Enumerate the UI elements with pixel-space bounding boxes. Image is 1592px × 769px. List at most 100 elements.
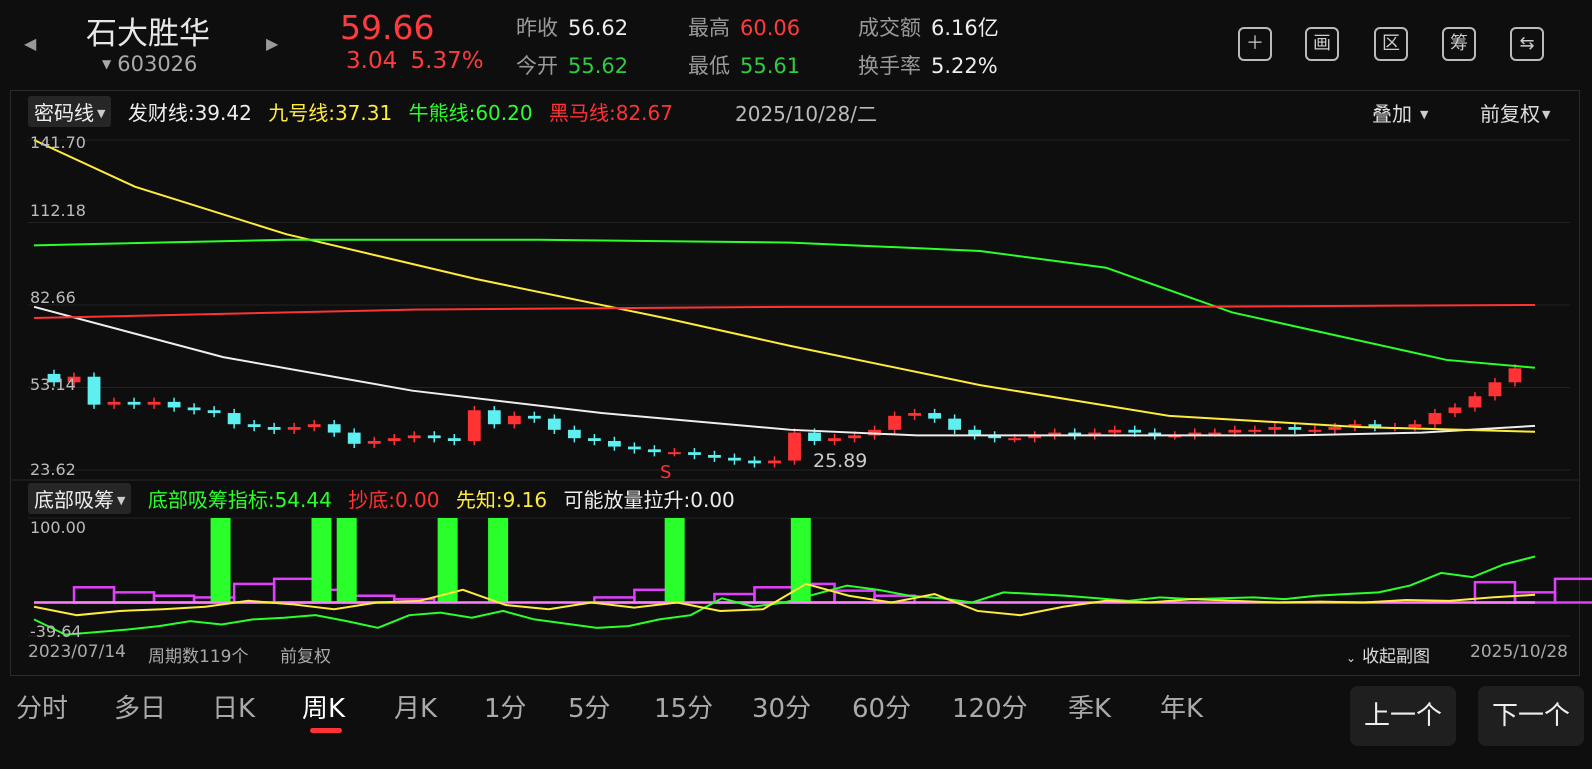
candle-body — [627, 446, 641, 450]
collapse-subchart-button[interactable]: ⌄ 收起副图 — [1346, 642, 1430, 667]
accumulate-bar — [336, 518, 357, 603]
adjust-selector[interactable]: 前复权 ▼ — [1480, 98, 1550, 127]
accumulate-bar — [437, 518, 458, 603]
candle-body — [367, 440, 381, 444]
magenta-box — [112, 591, 156, 604]
candle-body — [127, 401, 141, 405]
indicator-line — [33, 305, 1536, 437]
candle-body — [267, 427, 281, 430]
magenta-box — [232, 582, 276, 604]
indicator-bull-bear: 牛熊线:60.20 — [408, 101, 533, 125]
candle-body — [768, 460, 781, 464]
candle-body — [648, 449, 661, 453]
candle-body — [848, 435, 861, 439]
tab-yearly[interactable]: 年K — [1160, 688, 1203, 725]
magenta-box — [1553, 577, 1592, 604]
low-price-marker: 25.89 — [813, 450, 868, 472]
accumulate-bar — [311, 518, 332, 603]
tab-weekly[interactable]: 周K — [302, 688, 345, 725]
sub-y-axis-bottom: -39.64 — [30, 622, 82, 641]
candle-body — [688, 452, 701, 455]
candle-body — [1488, 382, 1502, 397]
tab-daily[interactable]: 日K — [212, 688, 255, 725]
candle-body — [487, 410, 501, 425]
candle-body — [387, 438, 401, 441]
candle-body — [1108, 429, 1122, 433]
indicator-prophet: 先知:9.16 — [455, 488, 548, 512]
candle-body — [1288, 427, 1302, 430]
prev-button[interactable]: 上一个 — [1350, 686, 1456, 746]
tab-30min[interactable]: 30分 — [752, 688, 811, 725]
indicator-accumulate: 底部吸筹指标:54.44 — [147, 488, 332, 512]
active-tab-indicator — [310, 728, 342, 733]
candle-body — [1008, 438, 1022, 441]
candle-body — [1448, 407, 1462, 414]
tab-120min[interactable]: 120分 — [952, 688, 1028, 725]
candle-body — [1268, 427, 1282, 430]
tab-1min[interactable]: 1分 — [484, 688, 527, 725]
candle-body — [227, 413, 241, 425]
start-date: 2023/07/14 — [28, 642, 126, 662]
candle-body — [668, 452, 681, 455]
candle-body — [567, 429, 581, 439]
tab-intraday[interactable]: 分时 — [16, 688, 68, 725]
candle-body — [788, 432, 801, 461]
candle-body — [247, 424, 261, 428]
candle-body — [888, 415, 901, 430]
tab-60min[interactable]: 60分 — [852, 688, 911, 725]
candle-body — [527, 415, 541, 419]
indicator-line — [33, 303, 1536, 320]
accumulate-bar — [790, 518, 811, 603]
candle-body — [287, 427, 301, 430]
magenta-box — [272, 577, 316, 604]
candle-body — [1508, 368, 1522, 383]
footer-adjust: 前复权 — [280, 647, 331, 667]
chevron-down-icon: ▼ — [1420, 108, 1429, 121]
candle-body — [427, 435, 441, 439]
tab-multi-day[interactable]: 多日 — [114, 688, 166, 725]
sub-indicator-bar: 底部吸筹 ▼ 底部吸筹指标:54.44 抄底:0.00 先知:9.16 可能放量拉… — [28, 483, 735, 514]
y-axis-label: 112.18 — [30, 201, 86, 220]
period-tabs: 分时 多日 日K 周K 月K 1分 5分 15分 30分 60分 120分 季K… — [0, 684, 1320, 744]
indicator-line — [33, 238, 1536, 369]
candle-body — [1208, 432, 1222, 435]
candle-body — [1328, 427, 1342, 430]
accumulate-bar — [210, 518, 231, 603]
tab-5min[interactable]: 5分 — [568, 688, 611, 725]
tab-15min[interactable]: 15分 — [654, 688, 713, 725]
candle-body — [1408, 424, 1422, 428]
indicator-volume-rise: 可能放量拉升:0.00 — [563, 488, 735, 512]
magenta-box — [1473, 580, 1517, 604]
accumulate-bar — [488, 518, 509, 603]
accumulate-bar — [664, 518, 685, 603]
candle-body — [908, 413, 921, 416]
candle-body — [547, 418, 561, 430]
candle-body — [147, 401, 161, 405]
tab-monthly[interactable]: 月K — [394, 688, 437, 725]
tab-quarterly[interactable]: 季K — [1068, 688, 1111, 725]
magenta-box — [1513, 591, 1557, 604]
y-axis-label: 82.66 — [30, 288, 76, 307]
chevron-down-icon: ▼ — [117, 494, 126, 507]
y-axis-label: 141.70 — [30, 133, 86, 152]
candle-body — [607, 440, 621, 447]
indicator-bottom-buy: 抄底:0.00 — [348, 488, 440, 512]
period-count: 周期数119个 — [148, 647, 249, 667]
y-axis-label: 23.62 — [30, 460, 76, 479]
candle-body — [728, 457, 741, 461]
indicator-nine: 九号线:37.31 — [268, 101, 393, 125]
candle-body — [1248, 429, 1262, 432]
candle-body — [447, 438, 461, 441]
sell-signal-marker: S — [660, 462, 672, 483]
candle-body — [207, 410, 221, 414]
candle-body — [327, 424, 341, 433]
end-date: 2025/10/28 — [1470, 642, 1568, 662]
chevron-down-icon: ▼ — [1542, 108, 1551, 121]
candle-body — [307, 424, 321, 428]
candle-body — [107, 401, 121, 405]
candle-body — [808, 432, 821, 441]
next-button[interactable]: 下一个 — [1478, 686, 1584, 746]
main-indicator-selector[interactable]: 密码线 ▼ — [28, 96, 112, 127]
sub-indicator-selector[interactable]: 底部吸筹 ▼ — [28, 483, 132, 514]
overlay-selector[interactable]: 叠加 ▼ — [1372, 98, 1428, 127]
